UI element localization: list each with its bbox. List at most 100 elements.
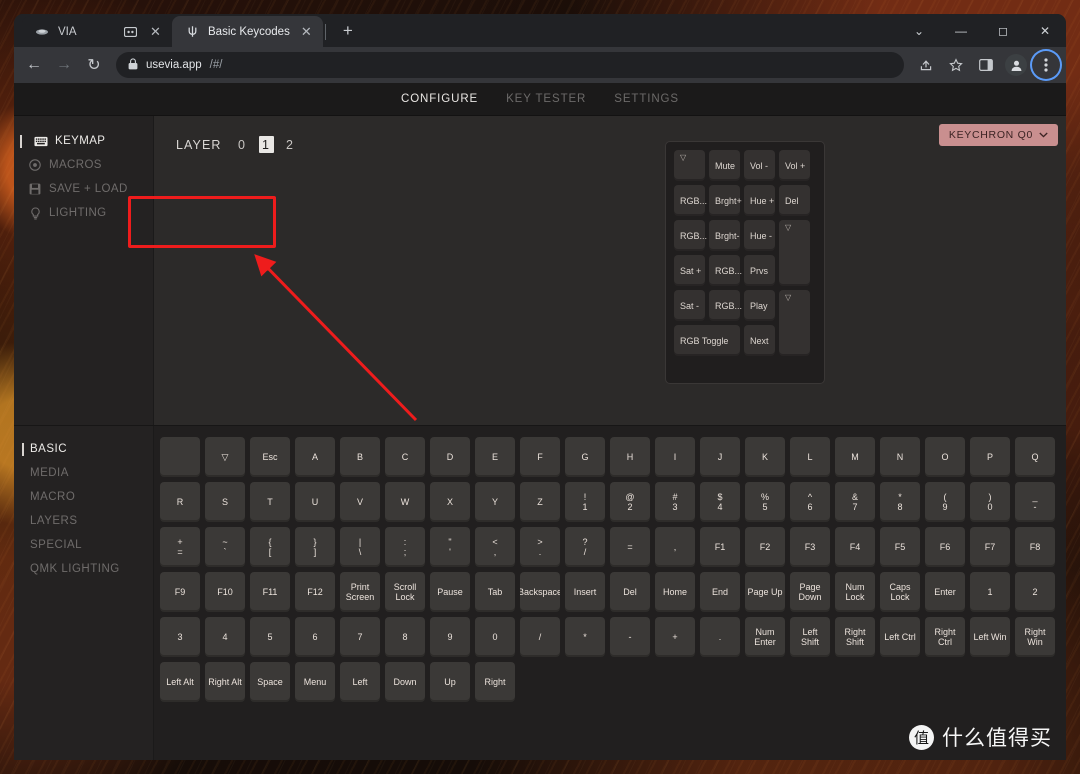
preview-key[interactable]: RGB... bbox=[674, 185, 707, 216]
keycode-key[interactable]: Right Win bbox=[1015, 617, 1055, 657]
sidebar-item-macros[interactable]: MACROS bbox=[14, 153, 153, 177]
keycode-key[interactable]: End bbox=[700, 572, 740, 612]
keycode-key[interactable]: . bbox=[700, 617, 740, 657]
preview-key[interactable]: RGB Toggle bbox=[674, 325, 740, 356]
keycode-key[interactable]: % 5 bbox=[745, 482, 785, 522]
layer-button-1[interactable]: 1 bbox=[258, 136, 274, 153]
keycode-key[interactable]: F9 bbox=[160, 572, 200, 612]
keycode-key[interactable]: U bbox=[295, 482, 335, 522]
keycode-key[interactable]: F11 bbox=[250, 572, 290, 612]
keycode-key[interactable]: W bbox=[385, 482, 425, 522]
keycode-key[interactable]: Num Lock bbox=[835, 572, 875, 612]
preview-key[interactable]: Brght- bbox=[709, 220, 740, 251]
keycode-key[interactable]: <, bbox=[475, 527, 515, 567]
preview-key[interactable]: Hue + bbox=[744, 185, 775, 216]
share-icon[interactable] bbox=[912, 51, 940, 79]
category-basic[interactable]: BASIC bbox=[14, 437, 153, 461]
keycode-key[interactable]: Page Up bbox=[745, 572, 785, 612]
preview-key[interactable]: ▽ bbox=[779, 290, 810, 356]
nav-key-tester[interactable]: KEY TESTER bbox=[506, 93, 586, 105]
keycode-key[interactable]: Q bbox=[1015, 437, 1055, 477]
keycode-key[interactable]: ? / bbox=[565, 527, 605, 567]
keycode-key[interactable]: A bbox=[295, 437, 335, 477]
keycode-key[interactable]: F12 bbox=[295, 572, 335, 612]
keycode-key[interactable]: L bbox=[790, 437, 830, 477]
category-macro[interactable]: MACRO bbox=[14, 485, 153, 509]
keycode-key[interactable]: Print Screen bbox=[340, 572, 380, 612]
keycode-key[interactable]: 4 bbox=[205, 617, 245, 657]
category-layers[interactable]: LAYERS bbox=[14, 509, 153, 533]
preview-key[interactable]: ▽ bbox=[674, 150, 705, 181]
keycode-key[interactable]: Down bbox=[385, 662, 425, 702]
keycode-key[interactable]: * bbox=[565, 617, 605, 657]
keycode-key[interactable]: C bbox=[385, 437, 425, 477]
keycode-key[interactable]: F bbox=[520, 437, 560, 477]
keycode-key[interactable]: Num Enter bbox=[745, 617, 785, 657]
keycode-key[interactable]: Left Win bbox=[970, 617, 1010, 657]
keycode-key[interactable]: B bbox=[340, 437, 380, 477]
side-panel-icon[interactable] bbox=[972, 51, 1000, 79]
preview-key[interactable]: Hue - bbox=[744, 220, 775, 251]
cast-icon[interactable] bbox=[121, 24, 139, 40]
keycode-key[interactable]: 8 bbox=[385, 617, 425, 657]
keycode-key[interactable]: F5 bbox=[880, 527, 920, 567]
window-minimize-button[interactable]: — bbox=[940, 14, 982, 47]
star-icon[interactable] bbox=[942, 51, 970, 79]
keycode-key[interactable]: Del bbox=[610, 572, 650, 612]
tab-close-icon[interactable]: ✕ bbox=[147, 23, 164, 40]
keycode-key[interactable]: K bbox=[745, 437, 785, 477]
keycode-key[interactable]: / bbox=[520, 617, 560, 657]
keycode-key[interactable]: I bbox=[655, 437, 695, 477]
keycode-key[interactable]: Page Down bbox=[790, 572, 830, 612]
keycode-key[interactable]: #3 bbox=[655, 482, 695, 522]
keycode-key[interactable]: Pause bbox=[430, 572, 470, 612]
keycode-key[interactable]: Left bbox=[340, 662, 380, 702]
keycode-key[interactable]: Home bbox=[655, 572, 695, 612]
keycode-key[interactable]: 0 bbox=[475, 617, 515, 657]
window-close-button[interactable]: ✕ bbox=[1024, 14, 1066, 47]
address-bar[interactable]: usevia.app /#/ bbox=[116, 52, 904, 78]
keycode-key[interactable]: F4 bbox=[835, 527, 875, 567]
keycode-key[interactable]: H bbox=[610, 437, 650, 477]
keycode-key[interactable]: ) 0 bbox=[970, 482, 1010, 522]
three-dot-menu[interactable] bbox=[1032, 51, 1060, 79]
tab-close-icon[interactable]: ✕ bbox=[298, 23, 315, 40]
keycode-key[interactable]: Right Alt bbox=[205, 662, 245, 702]
layer-button-0[interactable]: 0 bbox=[235, 136, 250, 153]
keycode-key[interactable]: Enter bbox=[925, 572, 965, 612]
keycode-key[interactable]: Right Shift bbox=[835, 617, 875, 657]
keycode-key[interactable]: (9 bbox=[925, 482, 965, 522]
preview-key[interactable]: Next bbox=[744, 325, 775, 356]
preview-key[interactable]: Prvs bbox=[744, 255, 775, 286]
keycode-key[interactable]: 7 bbox=[340, 617, 380, 657]
preview-key[interactable]: RGB... bbox=[709, 290, 742, 321]
keycode-key[interactable]: ~ ` bbox=[205, 527, 245, 567]
keycode-key[interactable]: J bbox=[700, 437, 740, 477]
preview-key[interactable]: RGB... bbox=[674, 220, 707, 251]
window-maximize-button[interactable]: ◻ bbox=[982, 14, 1024, 47]
keycode-key[interactable]: Caps Lock bbox=[880, 572, 920, 612]
browser-tab-via[interactable]: VIA ✕ bbox=[22, 16, 172, 47]
forward-button[interactable]: → bbox=[50, 51, 78, 79]
preview-key[interactable]: RGB... bbox=[709, 255, 742, 286]
keycode-key[interactable]: * 8 bbox=[880, 482, 920, 522]
keycode-key[interactable]: 5 bbox=[250, 617, 290, 657]
keycode-key[interactable]: Scroll Lock bbox=[385, 572, 425, 612]
keycode-key[interactable]: @2 bbox=[610, 482, 650, 522]
keycode-key[interactable]: Insert bbox=[565, 572, 605, 612]
browser-tab-basic-keycodes[interactable]: Basic Keycodes ✕ bbox=[172, 16, 323, 47]
keycode-key[interactable]: Up bbox=[430, 662, 470, 702]
keycode-key[interactable]: :; bbox=[385, 527, 425, 567]
keycode-key[interactable]: F1 bbox=[700, 527, 740, 567]
keycode-key[interactable]: F2 bbox=[745, 527, 785, 567]
category-media[interactable]: MEDIA bbox=[14, 461, 153, 485]
sidebar-item-lighting[interactable]: LIGHTING bbox=[14, 201, 153, 225]
keycode-key[interactable]: V bbox=[340, 482, 380, 522]
preview-key[interactable]: Del bbox=[779, 185, 810, 216]
keycode-key[interactable]: M bbox=[835, 437, 875, 477]
keycode-key[interactable]: $4 bbox=[700, 482, 740, 522]
keycode-key[interactable]: | \ bbox=[340, 527, 380, 567]
keycode-key[interactable]: 6 bbox=[295, 617, 335, 657]
keycode-key[interactable]: D bbox=[430, 437, 470, 477]
keycode-key[interactable]: F10 bbox=[205, 572, 245, 612]
